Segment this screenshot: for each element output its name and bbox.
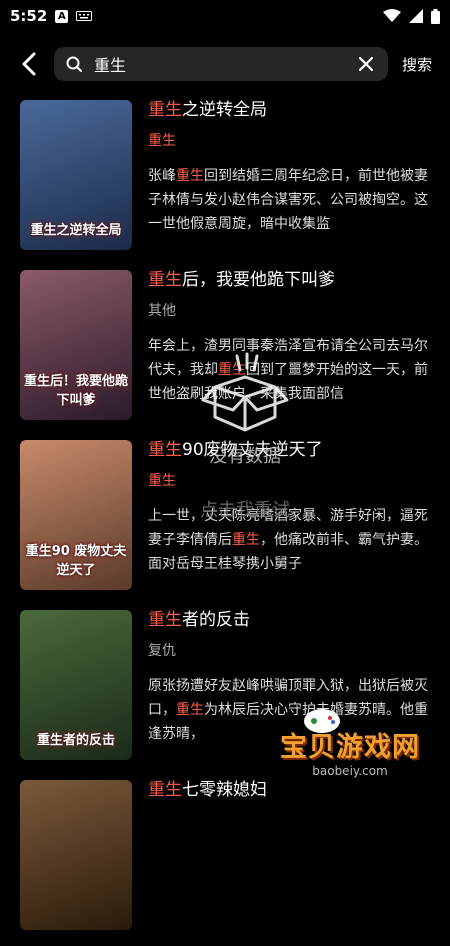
result-item[interactable]: 重生之逆转全局 重生之逆转全局 重生 张峰重生回到结婚三周年纪念日，前世他被妻子… xyxy=(0,96,450,266)
cover-title-text: 重生者的反击 xyxy=(36,733,115,748)
clear-search-button[interactable] xyxy=(356,54,376,74)
title-rest: 后，我要他跪下叫爹 xyxy=(182,270,335,290)
title-rest: 七零辣媳妇 xyxy=(182,780,267,800)
result-description: 张峰重生回到结婚三周年纪念日，前世他被妻子林倩与发小赵伟合谋害死、公司被掏空。这… xyxy=(148,164,430,236)
desc-text: 张峰 xyxy=(148,168,176,184)
title-highlight: 重生 xyxy=(148,780,182,800)
drama-cover[interactable]: 重生之逆转全局 xyxy=(20,100,132,250)
title-highlight: 重生 xyxy=(148,100,182,120)
drama-cover[interactable] xyxy=(20,780,132,930)
result-title[interactable]: 重生后，我要他跪下叫爹 xyxy=(148,268,430,292)
wifi-icon xyxy=(383,9,401,22)
result-item[interactable]: 重生七零辣媳妇 xyxy=(0,776,450,946)
retry-button[interactable]: 点击我重试 xyxy=(170,496,320,522)
result-tag: 其他 xyxy=(148,303,176,319)
search-button[interactable]: 搜索 xyxy=(398,54,436,75)
result-tag: 复仇 xyxy=(148,643,176,659)
title-rest: 者的反击 xyxy=(182,610,250,630)
empty-box-icon xyxy=(201,352,289,432)
search-input[interactable] xyxy=(92,53,346,75)
drama-cover[interactable]: 重生后！我要他跪下叫爹 xyxy=(20,270,132,420)
close-icon xyxy=(358,57,373,71)
watermark-url: baobeiy.com xyxy=(312,764,388,778)
battery-icon xyxy=(431,8,440,24)
signal-icon xyxy=(409,9,423,23)
cover-title-text: 重生90 废物丈夫逆天了 xyxy=(25,544,127,578)
gamepad-logo-icon xyxy=(304,709,340,733)
site-watermark: 宝贝游戏网 baobeiy.com xyxy=(280,709,420,778)
back-button[interactable] xyxy=(14,49,44,79)
result-tag: 重生 xyxy=(148,133,176,149)
title-highlight: 重生 xyxy=(148,610,182,630)
drama-cover[interactable]: 重生90 废物丈夫逆天了 xyxy=(20,440,132,590)
search-icon xyxy=(66,56,82,72)
empty-state-text: 没有数据 xyxy=(209,446,281,467)
desc-highlight: 重生 xyxy=(176,702,204,718)
cover-title-text: 重生之逆转全局 xyxy=(30,223,122,238)
desc-highlight: 重生 xyxy=(176,168,204,184)
search-header: 搜索 xyxy=(0,32,450,96)
title-rest: 之逆转全局 xyxy=(182,100,267,120)
status-bar: 5:52 A xyxy=(0,0,450,32)
result-title[interactable]: 重生者的反击 xyxy=(148,608,430,632)
desc-highlight: 重生 xyxy=(232,532,260,548)
cover-title-text: 重生后！我要他跪下叫爹 xyxy=(24,374,129,408)
title-highlight: 重生 xyxy=(148,270,182,290)
drama-cover[interactable]: 重生者的反击 xyxy=(20,610,132,760)
status-time: 5:52 xyxy=(10,7,48,25)
keyboard-icon xyxy=(76,11,93,21)
empty-state: 没有数据 点击我重试 xyxy=(170,352,320,522)
search-bar xyxy=(54,47,388,81)
watermark-text: 宝贝游戏网 xyxy=(280,732,420,763)
result-title[interactable]: 重生之逆转全局 xyxy=(148,98,430,122)
chevron-left-icon xyxy=(22,52,36,76)
app-notification-icon: A xyxy=(55,9,69,23)
result-title[interactable]: 重生七零辣媳妇 xyxy=(148,778,430,802)
